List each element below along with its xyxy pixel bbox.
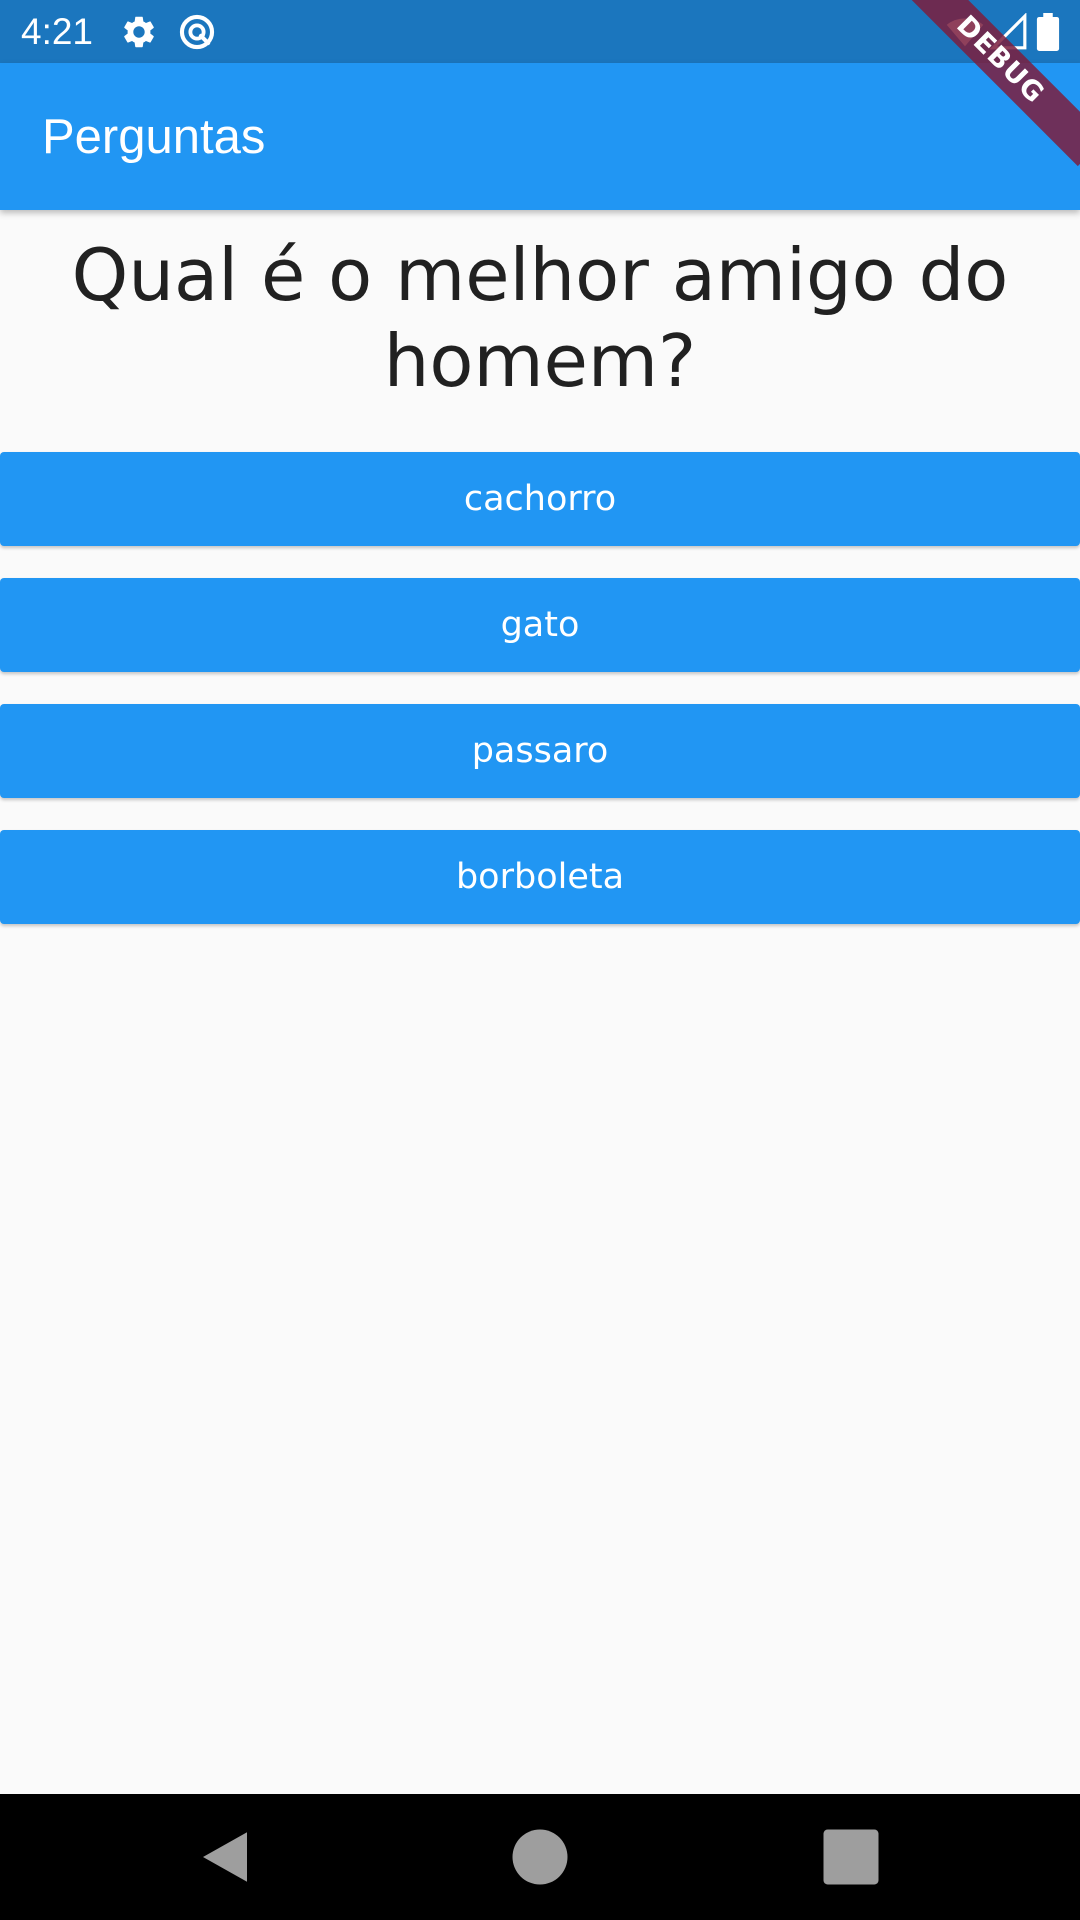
answer-button-borboleta[interactable]: borboleta (0, 830, 1080, 924)
wifi-icon (944, 13, 986, 51)
cell-signal-icon (990, 13, 1028, 51)
app-bar-title: Perguntas (42, 110, 266, 164)
recents-square-icon[interactable] (818, 1824, 884, 1890)
settings-gear-icon (120, 13, 158, 51)
sync-circle-icon (178, 13, 216, 51)
status-bar: 4:21 (0, 0, 1080, 63)
app-bar: Perguntas (0, 63, 1080, 210)
battery-icon (1036, 13, 1060, 51)
back-triangle-icon[interactable] (192, 1824, 258, 1890)
answer-button-cachorro[interactable]: cachorro (0, 452, 1080, 546)
answer-button-gato[interactable]: gato (0, 578, 1080, 672)
status-time: 4:21 (21, 11, 94, 52)
question-text: Qual é o melhor amigo do homem? (71, 233, 1009, 403)
navigation-bar (0, 1794, 1080, 1920)
home-circle-icon[interactable] (507, 1824, 573, 1890)
app-screen: 4:21 Perguntas DEBUG Qual é o melhor ami… (0, 0, 1080, 1920)
answer-button-passaro[interactable]: passaro (0, 704, 1080, 798)
